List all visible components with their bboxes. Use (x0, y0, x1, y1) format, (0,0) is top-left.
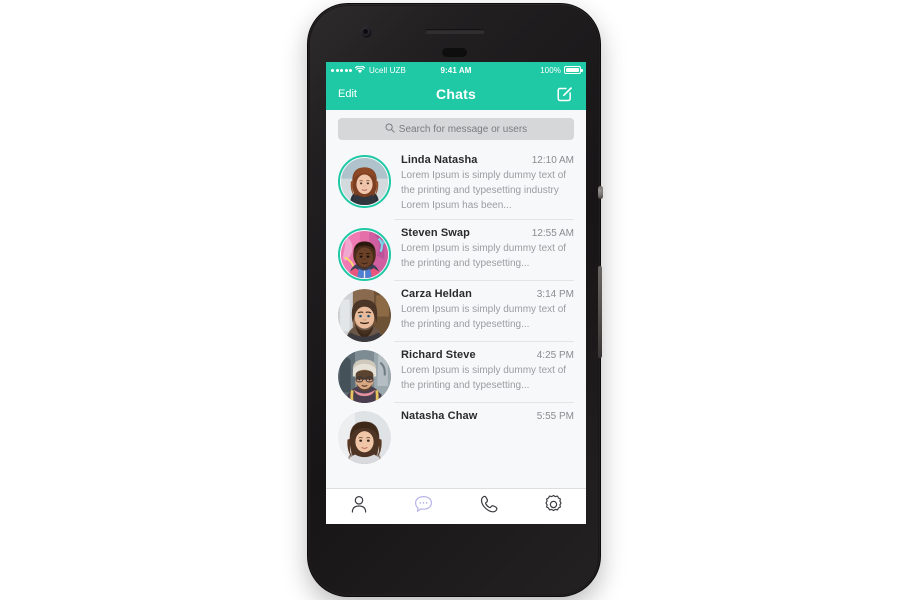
chat-row-header: Richard Steve 4:25 PM (401, 349, 574, 361)
battery-percent-label: 100% (540, 65, 561, 75)
power-button[interactable] (598, 186, 603, 199)
chat-row-content: Richard Steve 4:25 PM Lorem Ipsum is sim… (394, 349, 574, 403)
avatar-richard-steve[interactable] (338, 350, 391, 403)
message-preview: Lorem Ipsum is simply dummy text of the … (401, 365, 567, 391)
signal-strength-icon (331, 68, 352, 72)
chat-row-content: Natasha Chaw 5:55 PM (394, 410, 574, 464)
contact-name: Richard Steve (401, 349, 476, 361)
avatar-linda-natasha[interactable] (338, 155, 391, 208)
front-camera-icon (360, 26, 373, 39)
avatar-container (338, 349, 394, 403)
message-preview: Lorem Ipsum is simply dummy text of the … (401, 243, 567, 269)
chat-row-content: Linda Natasha 12:10 AM Lorem Ipsum is si… (394, 154, 574, 220)
battery-full-icon (564, 66, 583, 74)
chat-list-item[interactable]: Natasha Chaw 5:55 PM (326, 403, 586, 464)
avatar-container (338, 410, 394, 464)
avatar-carza-heldan[interactable] (338, 289, 391, 342)
message-time: 3:14 PM (536, 289, 574, 300)
message-preview: Lorem Ipsum is simply dummy text of the … (401, 170, 567, 211)
compose-icon[interactable] (555, 85, 574, 104)
tab-settings[interactable] (521, 489, 586, 524)
search-bar-container: Search for message or users (326, 110, 586, 147)
chat-row-header: Linda Natasha 12:10 AM (401, 154, 574, 166)
carrier-label: Ucell UZB (369, 65, 406, 75)
tab-contacts[interactable] (326, 489, 391, 524)
avatar-natasha-chaw[interactable] (338, 411, 391, 464)
chat-list-item[interactable]: Carza Heldan 3:14 PM Lorem Ipsum is simp… (326, 281, 586, 342)
chat-row-header: Steven Swap 12:55 AM (401, 227, 574, 239)
avatar-steven-swap[interactable] (338, 228, 391, 281)
chat-list[interactable]: Linda Natasha 12:10 AM Lorem Ipsum is si… (326, 147, 586, 469)
chat-bubble-icon (413, 494, 434, 519)
message-preview: Lorem Ipsum is simply dummy text of the … (401, 304, 567, 330)
message-time: 12:55 AM (531, 228, 574, 239)
status-bar: Ucell UZB 9:41 AM 100% (326, 62, 586, 78)
chat-list-item[interactable]: Steven Swap 12:55 AM Lorem Ipsum is simp… (326, 220, 586, 281)
chat-row-content: Steven Swap 12:55 AM Lorem Ipsum is simp… (394, 227, 574, 281)
bottom-tab-bar (326, 488, 586, 524)
tab-chats[interactable] (391, 489, 456, 524)
search-icon (385, 120, 395, 138)
contact-name: Steven Swap (401, 227, 470, 239)
status-bar-right: 100% (540, 65, 583, 75)
contacts-person-icon (349, 494, 369, 519)
message-time: 12:10 AM (531, 155, 574, 166)
search-input[interactable]: Search for message or users (338, 118, 574, 140)
contact-name: Linda Natasha (401, 154, 478, 166)
avatar-container (338, 288, 394, 342)
settings-gear-icon (543, 494, 564, 520)
screenshot-canvas: Ucell UZB 9:41 AM 100% Edit Chats Search… (0, 0, 900, 600)
phone-call-icon (479, 494, 499, 519)
wifi-icon (355, 66, 365, 74)
avatar-container (338, 227, 394, 281)
page-title: Chats (436, 86, 476, 102)
proximity-sensor-icon (442, 48, 467, 57)
search-placeholder: Search for message or users (398, 123, 528, 135)
chat-row-header: Natasha Chaw 5:55 PM (401, 410, 574, 422)
volume-button[interactable] (598, 266, 602, 358)
phone-screen: Ucell UZB 9:41 AM 100% Edit Chats Search… (326, 62, 586, 524)
chat-list-item[interactable]: Richard Steve 4:25 PM Lorem Ipsum is sim… (326, 342, 586, 403)
contact-name: Carza Heldan (401, 288, 472, 300)
tab-calls[interactable] (456, 489, 521, 524)
navigation-bar: Edit Chats (326, 78, 586, 110)
chat-row-content: Carza Heldan 3:14 PM Lorem Ipsum is simp… (394, 288, 574, 342)
edit-button[interactable]: Edit (338, 88, 357, 100)
contact-name: Natasha Chaw (401, 410, 478, 422)
message-time: 5:55 PM (536, 411, 574, 422)
message-time: 4:25 PM (536, 350, 574, 361)
chat-list-item[interactable]: Linda Natasha 12:10 AM Lorem Ipsum is si… (326, 147, 586, 220)
earpiece-speaker-grille (425, 29, 485, 34)
chat-row-header: Carza Heldan 3:14 PM (401, 288, 574, 300)
avatar-container (338, 154, 394, 220)
